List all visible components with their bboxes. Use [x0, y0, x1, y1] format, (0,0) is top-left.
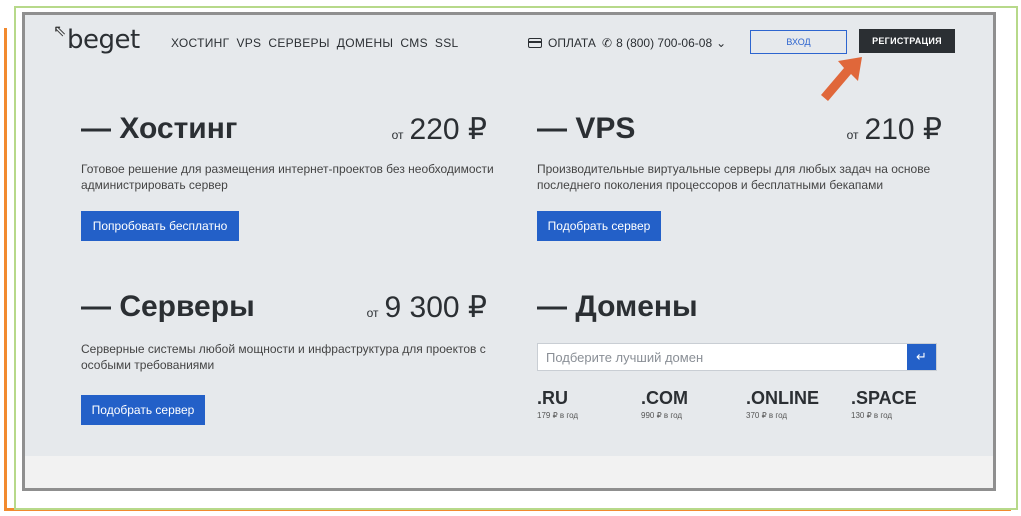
nav-item-cms[interactable]: CMS	[400, 36, 428, 50]
site-header: ⇖ beget ХОСТИНГ VPS СЕРВЕРЫ ДОМЕНЫ CMS S…	[25, 15, 993, 101]
servers-price-value: 9 300 ₽	[384, 291, 488, 324]
hosting-description: Готовое решение для размещения интернет-…	[81, 162, 494, 192]
beget-logo[interactable]: beget	[67, 25, 140, 55]
page-footer-strip	[25, 456, 993, 488]
servers-select-server-button[interactable]: Подобрать сервер	[81, 395, 205, 425]
zone-price: 990 ₽ в год	[641, 411, 683, 420]
mouse-cursor-icon: ⇖	[53, 23, 67, 40]
domain-search-input[interactable]	[538, 344, 914, 370]
login-button[interactable]: ВХОД	[750, 30, 847, 54]
vps-title: — VPS	[537, 112, 636, 145]
phone-number: 8 (800) 700-06-08	[616, 36, 713, 50]
hosting-title: — Хостинг	[81, 112, 238, 145]
hosting-price-prefix: от	[391, 128, 404, 142]
nav-item-domains[interactable]: ДОМЕНЫ	[337, 36, 394, 50]
zone-name: .RU	[537, 388, 568, 408]
nav-item-vps[interactable]: VPS	[236, 36, 261, 50]
phone-dropdown[interactable]: ✆ 8 (800) 700-06-08 ⌄	[602, 36, 726, 50]
domain-zone-space[interactable]: .SPACE 130 ₽ в год	[851, 388, 917, 420]
domains-title: — Домены	[537, 290, 698, 323]
credit-card-icon	[528, 38, 542, 48]
zone-price: 130 ₽ в год	[851, 411, 893, 420]
browser-screenshot-frame: ⇖ beget ХОСТИНГ VPS СЕРВЕРЫ ДОМЕНЫ CMS S…	[22, 12, 996, 491]
zone-price: 370 ₽ в год	[746, 411, 788, 420]
main-nav: ХОСТИНГ VPS СЕРВЕРЫ ДОМЕНЫ CMS SSL	[171, 36, 459, 50]
payment-label: ОПЛАТА	[548, 36, 596, 50]
servers-price-prefix: от	[366, 306, 379, 320]
annotation-arrow-icon	[821, 57, 862, 101]
vps-price-value: 210 ₽	[864, 113, 942, 146]
zone-name: .ONLINE	[746, 388, 820, 408]
payment-link[interactable]: ОПЛАТА	[528, 36, 596, 50]
nav-item-servers[interactable]: СЕРВЕРЫ	[268, 36, 329, 50]
domain-zone-com[interactable]: .COM 990 ₽ в год	[641, 388, 688, 420]
vps-price-prefix: от	[846, 128, 859, 142]
nav-item-hosting[interactable]: ХОСТИНГ	[171, 36, 229, 50]
zone-price: 179 ₽ в год	[537, 411, 579, 420]
nav-item-ssl[interactable]: SSL	[435, 36, 459, 50]
domain-search-box: ↵	[537, 343, 937, 371]
vps-price: от 210 ₽	[785, 112, 942, 147]
domain-zone-online[interactable]: .ONLINE 370 ₽ в год	[746, 388, 819, 420]
domain-zone-ru[interactable]: .RU 179 ₽ в год	[537, 388, 578, 420]
servers-title: — Серверы	[81, 290, 255, 323]
servers-price: от 9 300 ₽	[305, 290, 487, 325]
hosting-price: от 220 ₽	[325, 112, 487, 147]
zone-name: .COM	[641, 388, 688, 408]
enter-icon[interactable]: ↵	[907, 344, 936, 370]
servers-description: Серверные системы любой мощности и инфра…	[81, 342, 486, 372]
try-free-button[interactable]: Попробовать бесплатно	[81, 211, 239, 241]
hosting-price-value: 220 ₽	[409, 113, 487, 146]
zone-name: .SPACE	[851, 388, 917, 408]
register-button[interactable]: РЕГИСТРАЦИЯ	[859, 29, 955, 53]
chevron-down-icon: ⌄	[716, 36, 727, 50]
vps-description: Производительные виртуальные серверы для…	[537, 162, 931, 192]
phone-icon: ✆	[602, 36, 613, 50]
vps-select-server-button[interactable]: Подобрать сервер	[537, 211, 661, 241]
